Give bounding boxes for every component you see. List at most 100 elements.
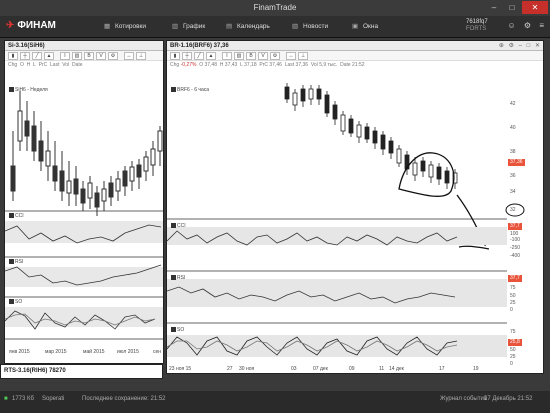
main-toolbar: ✈ ФИНАМ ▦ Котировки ▥ График ▤ Календарь ▧ Но…: [0, 16, 550, 38]
minimize-panel-icon[interactable]: –: [519, 43, 522, 49]
indicator-settings-button[interactable]: ⚙: [270, 52, 280, 60]
circled-level-mark: [505, 203, 525, 217]
si-charts: [5, 91, 163, 340]
rsi-value-tag: 37,7: [508, 275, 522, 282]
status-bar: ■ 1773 Кб Soperati Последнее сохранение:…: [0, 391, 550, 413]
price-axis-label: 42: [510, 101, 516, 107]
x-label: 11: [379, 366, 385, 372]
fit-button[interactable]: ⊥: [298, 52, 308, 60]
menu-icon[interactable]: ≡: [539, 21, 544, 30]
user-icon[interactable]: ☺: [508, 21, 516, 30]
panel-header: BR-1.16(BRF6) 37,36 ⊕ ⚙ – □ ✕: [167, 41, 543, 51]
range-button[interactable]: ↔: [124, 52, 134, 60]
rsi-axis-label: 50: [510, 293, 516, 299]
status-datetime: 17 Декабрь 21:52: [484, 396, 533, 402]
volume-button[interactable]: ▥: [72, 52, 82, 60]
rsi-axis-label: 25: [510, 300, 516, 306]
x-label: июл 2015: [117, 349, 139, 355]
x-label: 17: [439, 366, 445, 372]
close-panel-icon[interactable]: ✕: [535, 43, 540, 49]
line-button[interactable]: ╱: [32, 52, 42, 60]
connection-icon: ■: [4, 396, 8, 402]
rsi-legend[interactable]: RSI: [9, 259, 23, 265]
calendar-icon: ▤: [226, 23, 233, 30]
volume-button[interactable]: ▥: [234, 52, 244, 60]
cci-axis-label: -400: [510, 253, 521, 259]
cci-legend[interactable]: CCI: [9, 213, 24, 219]
x-label: сен: [153, 349, 162, 355]
ohlc-info: Chg O H L PrC Last Vol Date: [8, 62, 83, 68]
x-label: 03: [291, 366, 297, 372]
hl-button[interactable]: I: [222, 52, 232, 60]
quotes-icon: ▦: [104, 23, 111, 30]
rsi-axis-label: 75: [510, 285, 516, 291]
close-button[interactable]: ✕: [522, 1, 548, 14]
hl-button[interactable]: I: [60, 52, 70, 60]
candles-button[interactable]: ▮: [170, 52, 180, 60]
price-axis-label: 36: [510, 173, 516, 179]
v-button[interactable]: V: [96, 52, 106, 60]
account-id: 7618fq7: [466, 19, 488, 25]
indicator-settings-button[interactable]: ⚙: [108, 52, 118, 60]
cci-value-tag: 37,7: [508, 223, 522, 230]
chart-panel-br: BR-1.16(BRF6) 37,36 ⊕ ⚙ – □ ✕ ▮ ┼ ╱ ▲ I …: [166, 40, 544, 374]
bars-button[interactable]: ┼: [182, 52, 192, 60]
area-button[interactable]: ▲: [206, 52, 216, 60]
b-button[interactable]: B: [84, 52, 94, 60]
cci-legend[interactable]: CCI: [171, 223, 186, 229]
finam-logo: ✈ ФИНАМ: [6, 20, 56, 31]
settings-icon[interactable]: ⚙: [524, 21, 531, 30]
so-axis-label: 25: [510, 354, 516, 360]
account-info[interactable]: 7618fq7 FORTS: [466, 19, 488, 33]
so-legend[interactable]: SO: [171, 327, 184, 333]
area-button[interactable]: ▲: [44, 52, 54, 60]
windows-icon: ▣: [352, 23, 359, 30]
chart-controls: ▮ ┼ ╱ ▲ I ▥ B V ⚙ ↔ ⊥: [5, 51, 163, 61]
so-axis-label: 50: [510, 347, 516, 353]
cci-axis-label: -100: [510, 237, 521, 243]
maximize-button[interactable]: □: [504, 1, 520, 14]
toolbar-news[interactable]: ▧ Новости: [292, 22, 328, 30]
minimize-button[interactable]: –: [486, 1, 502, 14]
news-icon: ▧: [292, 23, 299, 30]
x-label: 23 ноя 15: [169, 366, 192, 372]
x-label: 09: [349, 366, 355, 372]
panel-title: BR-1.16(BRF6) 37,36: [170, 43, 229, 49]
range-button[interactable]: ↔: [286, 52, 296, 60]
toolbar-chart[interactable]: ▥ График: [172, 22, 205, 30]
x-label: 14 дек: [389, 366, 404, 372]
x-label: мар 2015: [45, 349, 67, 355]
account-market: FORTS: [466, 26, 487, 32]
last-price-tag: 37,36: [508, 159, 525, 166]
bars-button[interactable]: ┼: [20, 52, 30, 60]
price-axis-label: 34: [510, 189, 516, 195]
x-label: май 2015: [83, 349, 105, 355]
chart-icon: ▥: [172, 23, 179, 30]
fit-button[interactable]: ⊥: [136, 52, 146, 60]
v-button[interactable]: V: [258, 52, 268, 60]
panel-title: RTS-3.16(RIH6) 78270: [4, 368, 66, 374]
settings-icon[interactable]: ⚙: [509, 43, 514, 49]
memory-usage: 1773 Кб: [12, 396, 34, 402]
toolbar-quotes[interactable]: ▦ Котировки: [104, 22, 146, 30]
b-button[interactable]: B: [246, 52, 256, 60]
toolbar-calendar[interactable]: ▤ Календарь: [226, 22, 270, 30]
x-label: янв 2015: [9, 349, 30, 355]
so-axis-label: 0: [510, 361, 513, 367]
so-value-tag: 25,8: [508, 339, 522, 346]
pin-icon[interactable]: ⊕: [499, 43, 504, 49]
price-axis-label: 40: [510, 125, 516, 131]
line-button[interactable]: ╱: [194, 52, 204, 60]
event-log-link[interactable]: Журнал событий: [440, 396, 487, 402]
maximize-panel-icon[interactable]: □: [527, 43, 531, 49]
chart-panel-si: Si-3.16(SiH6) ▮ ┼ ╱ ▲ I ▥ B V ⚙ ↔ ⊥ Chg …: [4, 40, 164, 364]
x-label: 07 дек: [313, 366, 328, 372]
candles-button[interactable]: ▮: [8, 52, 18, 60]
workspace: Si-3.16(SiH6) ▮ ┼ ╱ ▲ I ▥ B V ⚙ ↔ ⊥ Chg …: [0, 38, 550, 391]
rsi-legend[interactable]: RSI: [171, 275, 185, 281]
chart-panel-rts[interactable]: RTS-3.16(RIH6) 78270: [0, 364, 163, 379]
x-label: 30 ноя: [239, 366, 255, 372]
so-legend[interactable]: SO: [9, 299, 22, 305]
panel-title: Si-3.16(SiH6): [8, 43, 45, 49]
toolbar-windows[interactable]: ▣ Окна: [352, 22, 378, 30]
